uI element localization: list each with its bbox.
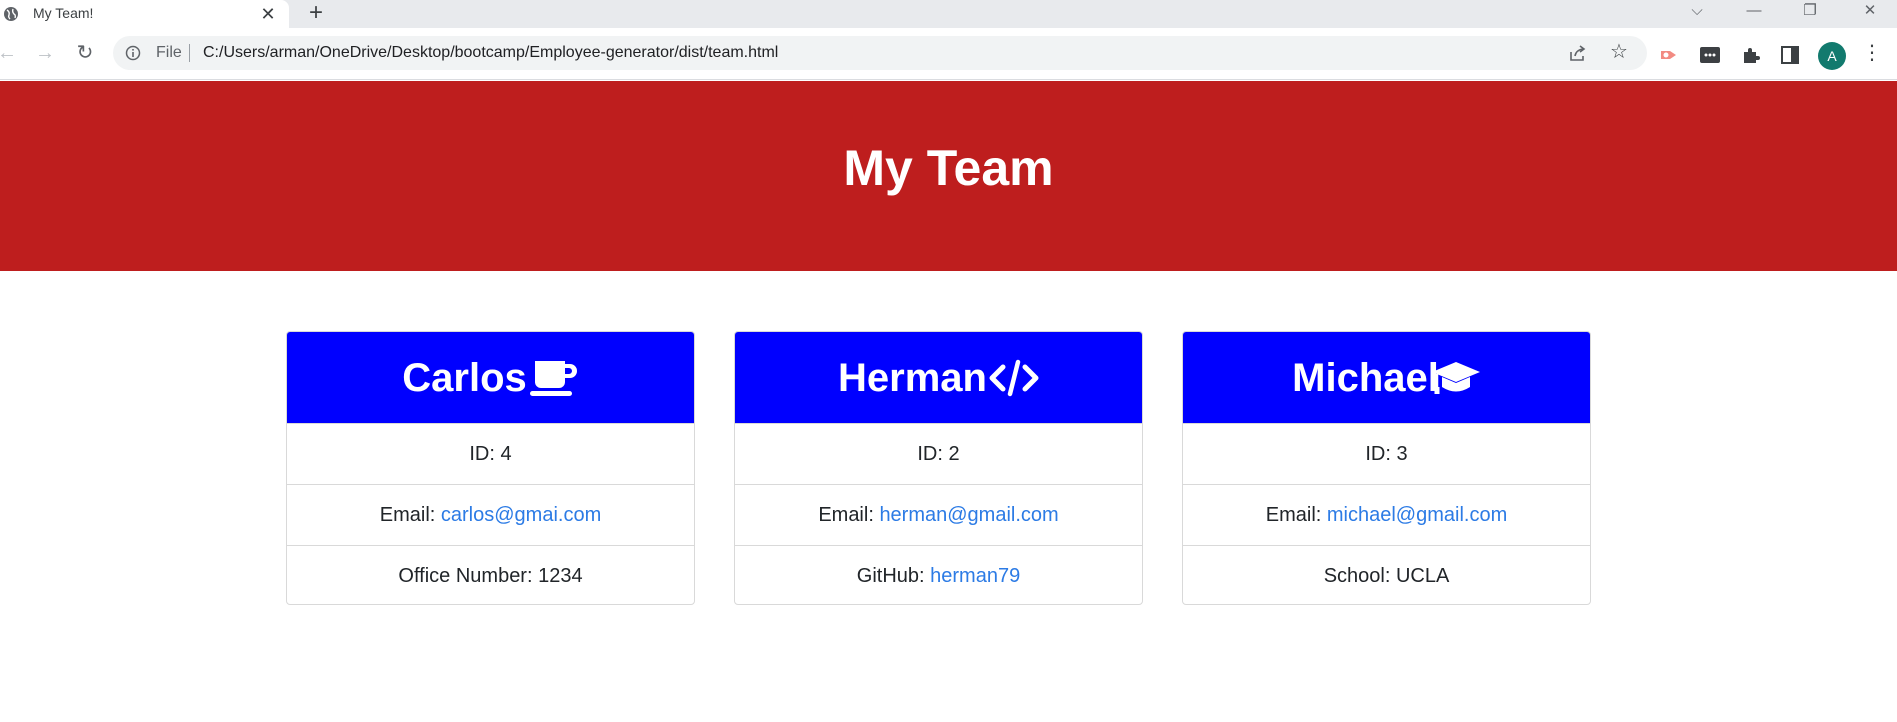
extension-dots-icon[interactable] <box>1699 44 1721 66</box>
browser-tab[interactable]: My Team! ✕ <box>0 0 289 28</box>
tab-close-icon[interactable]: ✕ <box>257 3 279 25</box>
tab-search-button[interactable]: ⌵ <box>1677 0 1717 24</box>
omnibox-divider <box>189 44 190 62</box>
menu-icon[interactable]: ⋮ <box>1862 40 1882 66</box>
coffee-mug-icon <box>529 360 577 396</box>
email-label: Email: <box>379 503 441 526</box>
reload-button[interactable]: ↻ <box>72 40 98 66</box>
page-title: My Team <box>843 140 1054 196</box>
office-number: Office Number: 1234 <box>287 545 694 604</box>
back-button[interactable]: ← <box>0 40 20 66</box>
info-icon[interactable] <box>125 45 141 61</box>
side-panel-icon[interactable] <box>1779 44 1801 66</box>
team-header: My Team <box>0 81 1897 271</box>
address-bar[interactable]: File C:/Users/arman/OneDrive/Desktop/boo… <box>113 36 1647 70</box>
employee-card-herman: Herman ID: 2 Email: herman@gmail.com Git… <box>734 331 1143 605</box>
github-label: GitHub: <box>856 564 931 587</box>
card-header: Carlos <box>287 332 694 423</box>
extensions-puzzle-icon[interactable] <box>1740 44 1762 66</box>
card-header: Michael <box>1183 332 1590 423</box>
office-number-text: Office Number: 1234 <box>398 564 583 587</box>
share-icon[interactable] <box>1568 43 1588 63</box>
email-label: Email: <box>1265 503 1327 526</box>
employee-name: Herman <box>838 355 987 400</box>
id-text: ID: 3 <box>1365 442 1408 465</box>
employee-id: ID: 2 <box>735 423 1142 484</box>
restore-button[interactable]: ❐ <box>1790 0 1830 24</box>
window-close-button[interactable]: ✕ <box>1850 0 1890 24</box>
bookmark-star-icon[interactable]: ☆ <box>1610 41 1628 63</box>
github-link[interactable]: herman79 <box>930 565 1020 588</box>
globe-icon <box>4 7 18 21</box>
employee-name: Carlos <box>402 355 527 400</box>
employee-id: ID: 3 <box>1183 423 1590 484</box>
browser-toolbar: ← → ↻ File C:/Users/arman/OneDrive/Deskt… <box>0 28 1897 80</box>
profile-avatar[interactable]: A <box>1818 42 1846 70</box>
employee-email: Email: herman@gmail.com <box>735 484 1142 545</box>
employee-card-michael: Michael ID: 3 Email: michael@gmail.com S… <box>1182 331 1591 605</box>
forward-button[interactable]: → <box>32 40 58 66</box>
tab-title: My Team! <box>33 5 94 21</box>
email-link[interactable]: carlos@gmai.com <box>441 504 601 527</box>
school-text: School: UCLA <box>1323 564 1450 587</box>
email-link[interactable]: herman@gmail.com <box>879 504 1058 527</box>
employee-name: Michael <box>1292 355 1439 400</box>
new-tab-button[interactable]: + <box>303 1 329 27</box>
minimize-button[interactable]: — <box>1734 0 1774 24</box>
extension-red-icon[interactable] <box>1658 44 1680 66</box>
email-link[interactable]: michael@gmail.com <box>1327 504 1507 527</box>
github: GitHub: herman79 <box>735 545 1142 604</box>
code-icon <box>989 359 1039 396</box>
tab-strip: My Team! ✕ + ⌵ — ❐ ✕ <box>0 0 1897 28</box>
card-header: Herman <box>735 332 1142 423</box>
employee-email: Email: carlos@gmai.com <box>287 484 694 545</box>
scheme-label: File <box>156 44 182 61</box>
id-text: ID: 4 <box>469 442 512 465</box>
employee-email: Email: michael@gmail.com <box>1183 484 1590 545</box>
employee-card-carlos: Carlos ID: 4 Email: carlos@gmai.com Offi… <box>286 331 695 605</box>
id-text: ID: 2 <box>917 442 960 465</box>
employee-id: ID: 4 <box>287 423 694 484</box>
school: School: UCLA <box>1183 545 1590 604</box>
url-text[interactable]: C:/Users/arman/OneDrive/Desktop/bootcamp… <box>203 44 778 62</box>
graduation-cap-icon <box>1431 361 1480 394</box>
email-label: Email: <box>818 503 880 526</box>
